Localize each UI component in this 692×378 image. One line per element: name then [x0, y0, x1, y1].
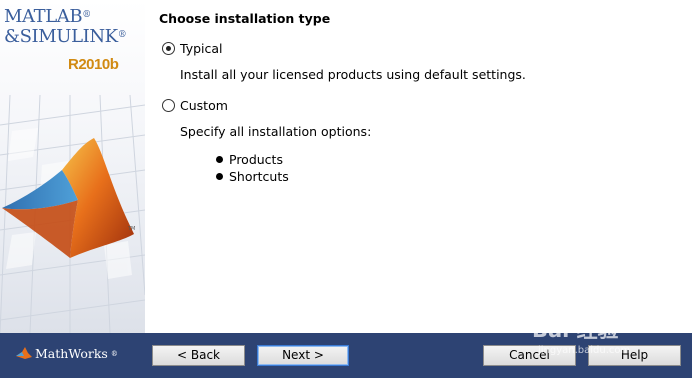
- paw-icon: [580, 301, 598, 323]
- typical-radio[interactable]: [162, 42, 175, 55]
- mathworks-name: MathWorks: [35, 346, 108, 361]
- mathworks-logo: MathWorks ®: [16, 346, 118, 361]
- brand-panel: MATLAB® &SIMULINK® R2010b TM: [0, 0, 145, 333]
- trademark-symbol: TM: [127, 226, 135, 232]
- list-item-products: Products: [229, 152, 283, 167]
- back-button[interactable]: < Back: [152, 345, 245, 366]
- custom-radio[interactable]: [162, 99, 175, 112]
- bullet-icon: [216, 156, 223, 163]
- typical-option[interactable]: Typical: [162, 41, 223, 56]
- mathworks-membrane-icon: [16, 346, 32, 359]
- custom-description: Specify all installation options:: [180, 124, 372, 139]
- custom-option[interactable]: Custom: [162, 98, 228, 113]
- help-button[interactable]: Help: [588, 345, 681, 366]
- matlab-simulink-logo: MATLAB® &SIMULINK®: [4, 6, 127, 47]
- typical-label: Typical: [180, 41, 223, 56]
- release-version: R2010b: [68, 56, 119, 73]
- product-name-simulink: SIMULINK: [19, 26, 119, 47]
- custom-options-list: Products Shortcuts: [216, 151, 289, 185]
- list-item: Shortcuts: [216, 168, 289, 185]
- next-button[interactable]: Next >: [257, 345, 349, 366]
- list-item: Products: [216, 151, 289, 168]
- footer-bar: MathWorks ® < Back Next > Cancel Help: [0, 333, 692, 378]
- list-item-shortcuts: Shortcuts: [229, 169, 289, 184]
- typical-description: Install all your licensed products using…: [180, 67, 526, 82]
- matlab-membrane-logo-icon: TM: [2, 138, 135, 258]
- custom-label: Custom: [180, 98, 228, 113]
- cancel-button[interactable]: Cancel: [483, 345, 576, 366]
- bullet-icon: [216, 173, 223, 180]
- page-title: Choose installation type: [159, 11, 331, 26]
- product-name-matlab: MATLAB: [4, 6, 83, 27]
